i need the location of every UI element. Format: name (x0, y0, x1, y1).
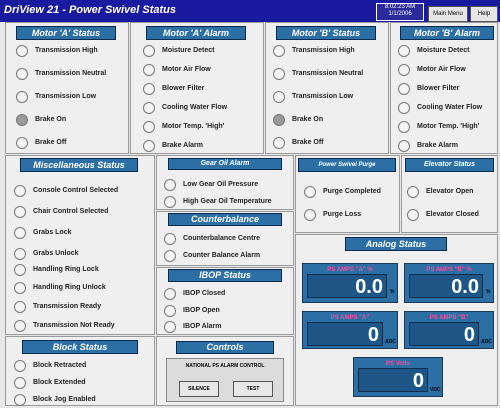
analog-unit: VDC (430, 387, 441, 393)
status-led (16, 68, 28, 80)
analog-value: 0.0 (307, 274, 387, 298)
ibop-status-header: IBOP Status (168, 269, 282, 282)
status-led (398, 64, 410, 76)
elevator-status-header: Elevator Status (405, 158, 494, 172)
analog-ps-amps-a-percent: PS AMPS "A" % 0.0 % (302, 263, 398, 303)
analog-unit: ADC (385, 339, 396, 345)
status-led (16, 137, 28, 149)
motor-a-status-header: Motor 'A' Status (16, 26, 116, 40)
status-led (14, 394, 26, 406)
status-led (143, 45, 155, 57)
status-led (273, 68, 285, 80)
analog-label: PS Volts (386, 361, 410, 367)
analog-label: PS AMPS "A" (330, 315, 370, 321)
analog-label: PS AMPS "A" % (327, 267, 373, 273)
motor-b-alarm-header: Motor 'B' Alarm (400, 26, 494, 40)
status-led (14, 377, 26, 389)
analog-label: PS AMPS "B" % (426, 267, 472, 273)
status-led (143, 102, 155, 114)
analog-label: PS AMPS "B" (429, 315, 469, 321)
status-led (407, 209, 419, 221)
analog-ps-amps-a: PS AMPS "A" 0 ADC (302, 311, 398, 349)
motor-a-alarm-header: Motor 'A' Alarm (146, 26, 246, 40)
status-led (143, 83, 155, 95)
status-led (164, 179, 176, 191)
clock-date: 1/1/2006 (388, 11, 412, 17)
main-menu-button[interactable]: Main Menu (428, 6, 468, 22)
clock-time: 8:02:23 AM (384, 4, 416, 10)
analog-value: 0 (409, 322, 479, 346)
analog-value: 0 (358, 368, 428, 392)
alarm-control-box: NATIONAL PS ALARM CONTROL SILENCE TEST (166, 358, 284, 402)
analog-ps-amps-b: PS AMPS "B" 0 ADC (404, 311, 494, 349)
silence-button[interactable]: SILENCE (179, 381, 219, 397)
status-led (16, 45, 28, 57)
status-led (14, 282, 26, 294)
status-led (164, 305, 176, 317)
status-led (398, 121, 410, 133)
status-led (273, 114, 285, 126)
status-led (304, 186, 316, 198)
status-led (164, 233, 176, 245)
analog-ps-amps-b-percent: PS AMPS "B" % 0.0 % (404, 263, 494, 303)
controls-header: Controls (176, 341, 274, 354)
status-led (14, 301, 26, 313)
analog-status-header: Analog Status (345, 237, 447, 251)
power-swivel-purge-header: Power Swivel Purge (298, 158, 396, 172)
motor-b-status-header: Motor 'B' Status (276, 26, 376, 40)
status-led (14, 360, 26, 372)
status-led (14, 320, 26, 332)
motor-a-status-panel (5, 22, 129, 154)
status-led (398, 45, 410, 57)
status-led (164, 196, 176, 208)
status-led (143, 140, 155, 152)
status-led (14, 264, 26, 276)
status-led (398, 83, 410, 95)
status-led (273, 45, 285, 57)
status-led (398, 102, 410, 114)
status-led (14, 206, 26, 218)
analog-ps-volts: PS Volts 0 VDC (353, 357, 443, 397)
alarm-control-label: NATIONAL PS ALARM CONTROL (185, 363, 265, 369)
analog-unit: ADC (481, 339, 492, 345)
analog-value: 0 (307, 322, 383, 346)
status-led (14, 248, 26, 260)
status-led (164, 321, 176, 333)
gear-oil-alarm-header: Gear Oil Alarm (168, 158, 282, 170)
status-led (16, 91, 28, 103)
help-button[interactable]: Help (470, 6, 498, 22)
clock-display: 8:02:23 AM 1/1/2006 (376, 3, 424, 21)
status-led (407, 186, 419, 198)
status-led (143, 121, 155, 133)
analog-unit: % (486, 289, 491, 295)
status-led (143, 64, 155, 76)
status-led (398, 140, 410, 152)
status-led (273, 91, 285, 103)
status-led (304, 209, 316, 221)
status-led (14, 227, 26, 239)
status-led (164, 288, 176, 300)
test-button[interactable]: TEST (233, 381, 273, 397)
counterbalance-header: Counterbalance (168, 213, 282, 226)
block-status-header: Block Status (22, 340, 138, 354)
status-led (16, 114, 28, 126)
status-led (164, 250, 176, 262)
motor-b-status-panel (265, 22, 389, 154)
analog-unit: % (390, 289, 395, 295)
status-led (273, 137, 285, 149)
analog-value: 0.0 (409, 274, 483, 298)
window-title: DriView 21 - Power Swivel Status (4, 4, 176, 16)
status-led (14, 185, 26, 197)
misc-status-header: Miscellaneous Status (20, 158, 138, 172)
